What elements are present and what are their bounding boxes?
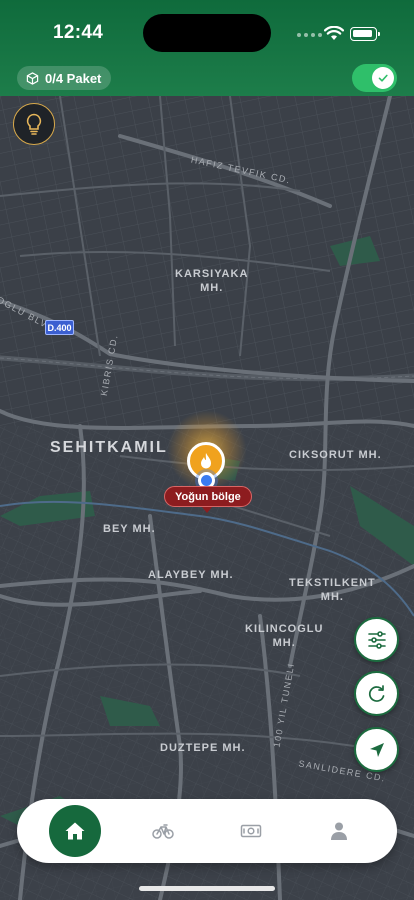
nav-earnings[interactable]: [225, 805, 277, 857]
check-icon: [378, 74, 388, 82]
navigate-icon: [369, 742, 384, 757]
package-counter-label: 0/4 Paket: [45, 70, 102, 86]
online-toggle[interactable]: [352, 64, 397, 92]
profile-icon: [331, 822, 347, 840]
signal-icon: [297, 33, 322, 37]
bottom-navigation: [17, 799, 397, 863]
district-label: TEKSTILKENT MH.: [289, 577, 376, 603]
refresh-icon: [368, 684, 384, 702]
dynamic-island: [143, 14, 271, 52]
district-label: CIKSORUT MH.: [289, 449, 382, 461]
highway-shield: D.400: [45, 320, 74, 335]
package-counter[interactable]: 0/4 Paket: [17, 66, 112, 90]
tips-button[interactable]: [13, 103, 55, 145]
district-label: KARSIYAKA MH.: [175, 268, 249, 294]
box-icon: [26, 71, 39, 85]
lightbulb-icon: [26, 113, 42, 135]
navigate-button[interactable]: [354, 727, 399, 772]
wifi-icon: [324, 26, 344, 40]
toggle-knob: [372, 67, 394, 89]
busy-zone-badge-tail: [202, 507, 212, 513]
home-indicator: [139, 886, 275, 891]
filters-icon: [367, 630, 386, 649]
nav-home[interactable]: [49, 805, 101, 857]
refresh-button[interactable]: [354, 671, 399, 716]
nav-profile[interactable]: [313, 805, 365, 857]
busy-zone-badge[interactable]: Yoğun bölge: [164, 486, 252, 507]
filters-button[interactable]: [354, 617, 399, 662]
district-label: DUZTEPE MH.: [160, 742, 246, 754]
flame-icon: [201, 453, 211, 469]
status-time: 12:44: [53, 22, 104, 43]
district-label: BEY MH.: [103, 523, 156, 535]
cash-icon: [240, 824, 262, 838]
status-bar: 12:44: [0, 0, 414, 60]
district-label: ALAYBEY MH.: [148, 569, 234, 581]
bicycle-icon: [152, 824, 174, 839]
district-label: SEHITKAMIL: [50, 439, 168, 456]
home-icon: [65, 822, 85, 840]
district-label: KILINCOGLU MH.: [245, 623, 324, 649]
app-header: 12:44 0/4 Paket: [0, 0, 414, 96]
battery-icon: [350, 27, 380, 41]
nav-deliveries[interactable]: [137, 805, 189, 857]
